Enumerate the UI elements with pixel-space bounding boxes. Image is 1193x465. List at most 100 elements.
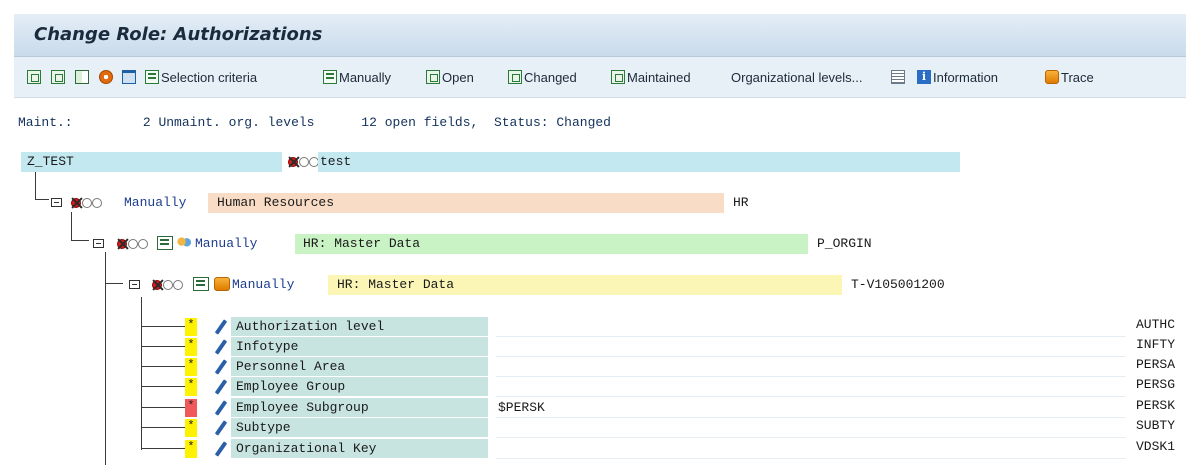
- organizational-levels-button[interactable]: Organizational levels...: [731, 66, 863, 88]
- information-button[interactable]: i Information: [917, 66, 998, 88]
- field-technical-name: INFTY: [1136, 337, 1176, 352]
- edit-pencil-icon[interactable]: [213, 320, 227, 334]
- tree-connector: [71, 212, 72, 240]
- field-technical-name: SUBTY: [1136, 418, 1176, 433]
- tree-connector: [35, 199, 49, 200]
- expand-all-button[interactable]: [27, 66, 43, 88]
- unmaint-count: 2: [142, 115, 151, 130]
- field-technical-name: VDSK1: [1136, 439, 1176, 454]
- collapse-node-icon[interactable]: [51, 198, 62, 207]
- field-technical-name: PERSG: [1136, 377, 1176, 392]
- open-fields-count: 12: [361, 115, 377, 130]
- field-name: Employee Subgroup: [231, 398, 488, 417]
- maintained-icon: [611, 70, 625, 84]
- field-name: Employee Group: [231, 377, 488, 396]
- expand-all-icon: [27, 70, 41, 84]
- object-list-icon: [157, 236, 173, 250]
- edit-pencil-icon[interactable]: [213, 340, 227, 354]
- edit-pencil-icon[interactable]: [213, 360, 227, 374]
- help-button[interactable]: [99, 66, 115, 88]
- level1-mode-link[interactable]: Manually: [124, 193, 186, 213]
- traffic-light-icon: [152, 279, 186, 291]
- collapse-all-button[interactable]: [51, 66, 67, 88]
- maintenance-status-line: Maint.: 2 Unmaint. org. levels 12 open f…: [18, 115, 611, 130]
- collapse-all-icon: [51, 70, 65, 84]
- level2-description: HR: Master Data: [303, 236, 421, 251]
- selection-criteria-button[interactable]: Selection criteria: [145, 66, 257, 88]
- open-field-marker: *: [185, 378, 197, 396]
- unmaint-text: Unmaint. org. levels: [158, 115, 315, 130]
- field-name: Authorization level: [231, 317, 488, 336]
- level3-description: HR: Master Data: [337, 277, 455, 292]
- field-row: * Employee Group PERSG: [140, 377, 1190, 397]
- field-value[interactable]: [496, 317, 1126, 337]
- collapse-node-icon[interactable]: [129, 280, 140, 289]
- level3-mode-link[interactable]: Manually: [232, 275, 294, 295]
- info-icon: i: [917, 70, 931, 84]
- root-role-name[interactable]: Z_TEST: [27, 152, 74, 172]
- changed-button[interactable]: Changed: [508, 66, 577, 88]
- open-icon: [426, 70, 440, 84]
- tree-connector: [141, 366, 185, 367]
- status-text: Status: Changed: [493, 115, 611, 130]
- tree-connector: [71, 240, 89, 241]
- selection-criteria-label: Selection criteria: [161, 69, 258, 85]
- trace-button[interactable]: Trace: [1045, 66, 1094, 88]
- expand-subtree-icon: [75, 70, 89, 84]
- field-name: Subtype: [231, 418, 488, 437]
- field-row: * Organizational Key VDSK1: [140, 439, 1190, 459]
- expand-subtree-button[interactable]: [75, 66, 91, 88]
- delete-button[interactable]: [122, 66, 138, 88]
- hr-people-icon: [176, 236, 192, 250]
- traffic-light-icon: [117, 238, 151, 250]
- open-field-marker: *: [185, 440, 197, 458]
- open-button[interactable]: Open: [426, 66, 474, 88]
- collapse-node-icon[interactable]: [93, 239, 104, 248]
- level1-code: HR: [733, 195, 749, 210]
- field-value[interactable]: [496, 418, 1126, 438]
- field-value[interactable]: [496, 377, 1126, 397]
- field-name: Infotype: [231, 337, 488, 356]
- title-bar: Change Role: Authorizations: [14, 14, 1186, 57]
- tree-connector: [35, 171, 36, 199]
- edit-pencil-icon[interactable]: [213, 421, 227, 435]
- tree-connector: [141, 326, 185, 327]
- tree-connector: [141, 346, 185, 347]
- lifebuoy-icon: [99, 70, 113, 84]
- field-technical-name: PERSK: [1136, 398, 1176, 413]
- field-value[interactable]: $PERSK: [496, 398, 1126, 418]
- org-level-field-marker: *: [185, 399, 197, 417]
- field-row: * Authorization level AUTHC: [140, 317, 1190, 337]
- edit-pencil-icon[interactable]: [213, 380, 227, 394]
- field-value[interactable]: [496, 439, 1126, 459]
- open-field-marker: *: [185, 419, 197, 437]
- selection-criteria-icon: [145, 70, 159, 84]
- edit-pencil-icon[interactable]: [213, 401, 227, 415]
- field-name: Personnel Area: [231, 357, 488, 376]
- field-value[interactable]: [496, 357, 1126, 377]
- tree-connector: [105, 283, 123, 284]
- field-technical-name: PERSA: [1136, 357, 1176, 372]
- list-icon: [891, 70, 905, 84]
- field-technical-name: AUTHC: [1136, 317, 1176, 332]
- maintained-label: Maintained: [627, 69, 691, 85]
- level1-description: Human Resources: [217, 195, 335, 210]
- field-row: * Infotype INFTY: [140, 337, 1190, 357]
- sap-window: Change Role: Authorizations Selection cr…: [0, 0, 1193, 465]
- open-field-marker: *: [185, 338, 197, 356]
- level2-mode-link[interactable]: Manually: [195, 234, 257, 254]
- field-value[interactable]: [496, 337, 1126, 357]
- edit-pencil-icon[interactable]: [213, 442, 227, 456]
- open-field-marker: *: [185, 358, 197, 376]
- manually-button[interactable]: Manually: [323, 66, 391, 88]
- maintained-button[interactable]: Maintained: [611, 66, 691, 88]
- org-levels-list-button[interactable]: [891, 66, 907, 88]
- trace-icon: [1045, 70, 1059, 84]
- changed-icon: [508, 70, 522, 84]
- page-title: Change Role: Authorizations: [34, 24, 323, 45]
- field-name: Organizational Key: [231, 439, 488, 458]
- open-label: Open: [442, 69, 474, 85]
- manually-label: Manually: [339, 69, 392, 85]
- tree-connector: [141, 386, 185, 387]
- tree-connector: [141, 427, 185, 428]
